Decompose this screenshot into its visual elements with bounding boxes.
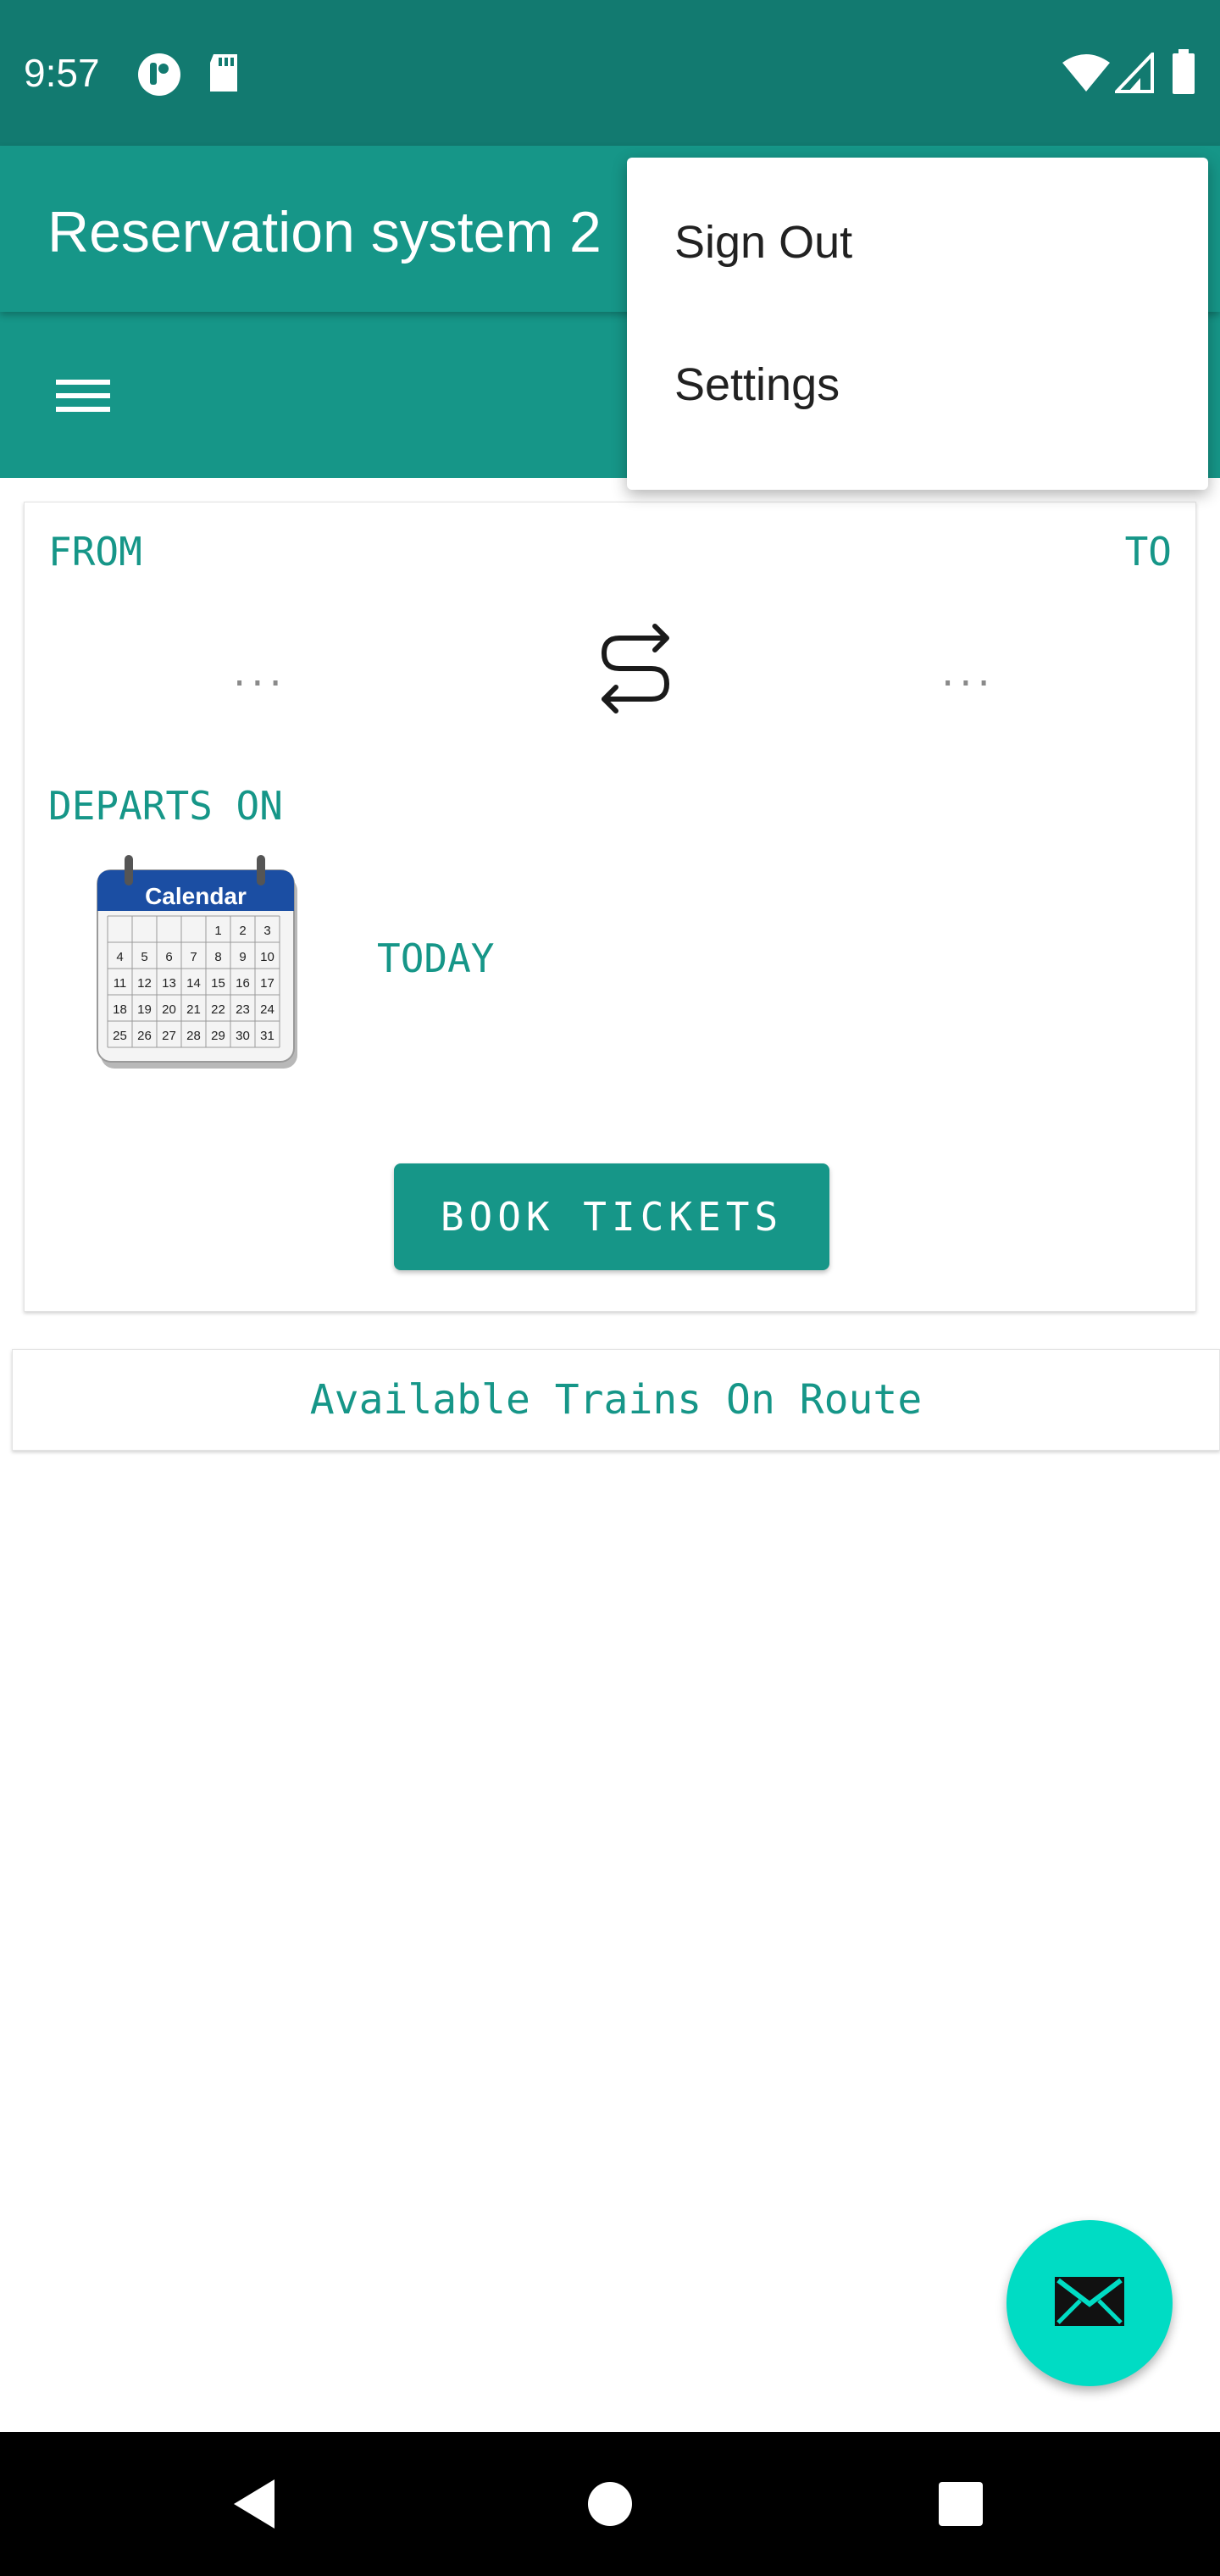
notification-app-icon bbox=[136, 51, 183, 103]
back-icon[interactable] bbox=[169, 2432, 339, 2576]
calendar-day: 30 bbox=[236, 1029, 250, 1043]
calendar-caption: Calendar bbox=[145, 883, 247, 909]
calendar-day: 4 bbox=[116, 950, 123, 964]
calendar-day: 8 bbox=[214, 950, 221, 964]
departure-date-value[interactable]: TODAY bbox=[377, 935, 494, 982]
calendar-icon[interactable]: Calendar 1 2 3 4 5 6 7 8 9 10 11 12 13 14 15 16 17 18 19 20… bbox=[89, 855, 309, 1074]
cell-signal-icon bbox=[1112, 50, 1154, 97]
departs-on-label: DEPARTS ON bbox=[48, 783, 283, 829]
calendar-day: 14 bbox=[186, 976, 201, 991]
calendar-day: 19 bbox=[137, 1002, 152, 1017]
mail-icon bbox=[1051, 2272, 1128, 2335]
sd-card-icon bbox=[207, 53, 241, 99]
calendar-day: 20 bbox=[162, 1002, 176, 1017]
mail-fab-button[interactable] bbox=[1006, 2220, 1173, 2386]
overflow-menu: Sign Out Settings bbox=[627, 158, 1208, 490]
menu-item-sign-out[interactable]: Sign Out bbox=[627, 171, 1208, 314]
calendar-day: 24 bbox=[260, 1002, 274, 1017]
status-bar: 9:57 bbox=[0, 0, 1220, 146]
from-label: FROM bbox=[48, 529, 142, 575]
calendar-day: 3 bbox=[263, 924, 270, 938]
calendar-day: 12 bbox=[137, 976, 152, 991]
calendar-day: 6 bbox=[165, 950, 172, 964]
menu-item-settings[interactable]: Settings bbox=[627, 314, 1208, 456]
calendar-day: 5 bbox=[141, 950, 147, 964]
status-time: 9:57 bbox=[24, 51, 100, 95]
from-station-field[interactable]: ... bbox=[233, 652, 287, 692]
calendar-day: 16 bbox=[236, 976, 250, 991]
available-trains-card[interactable]: Available Trains On Route bbox=[12, 1349, 1220, 1451]
calendar-day: 21 bbox=[186, 1002, 201, 1017]
to-label: TO bbox=[1124, 529, 1172, 575]
calendar-day: 2 bbox=[239, 924, 246, 938]
booking-card: FROM TO ... ... DEPARTS ON Calendar 1234… bbox=[24, 502, 1196, 1312]
calendar-day: 10 bbox=[260, 950, 274, 964]
app-title: Reservation system 2 bbox=[47, 200, 602, 264]
calendar-day: 1 bbox=[214, 924, 221, 938]
calendar-day: 31 bbox=[260, 1029, 274, 1043]
recents-icon[interactable] bbox=[876, 2432, 1045, 2576]
calendar-day: 15 bbox=[211, 976, 225, 991]
system-nav-bar bbox=[0, 2432, 1220, 2576]
calendar-day: 22 bbox=[211, 1002, 225, 1017]
calendar-day: 18 bbox=[113, 1002, 127, 1017]
calendar-day: 17 bbox=[260, 976, 274, 991]
to-station-field[interactable]: ... bbox=[941, 652, 995, 692]
calendar-day: 23 bbox=[236, 1002, 250, 1017]
swap-route-icon[interactable] bbox=[567, 604, 702, 714]
calendar-day: 9 bbox=[239, 950, 246, 964]
book-tickets-button[interactable]: BOOK TICKETS bbox=[394, 1163, 829, 1270]
hamburger-menu-icon[interactable] bbox=[34, 346, 132, 444]
calendar-day: 27 bbox=[162, 1029, 176, 1043]
calendar-day: 26 bbox=[137, 1029, 152, 1043]
calendar-day: 7 bbox=[190, 950, 197, 964]
calendar-day: 28 bbox=[186, 1029, 201, 1043]
available-trains-label: Available Trains On Route bbox=[309, 1376, 923, 1424]
calendar-day: 11 bbox=[114, 976, 127, 991]
calendar-day: 25 bbox=[113, 1029, 127, 1043]
battery-icon bbox=[1171, 49, 1196, 99]
home-icon[interactable] bbox=[525, 2432, 695, 2576]
calendar-day: 13 bbox=[162, 976, 176, 991]
wifi-icon bbox=[1061, 53, 1112, 99]
calendar-day: 29 bbox=[211, 1029, 225, 1043]
